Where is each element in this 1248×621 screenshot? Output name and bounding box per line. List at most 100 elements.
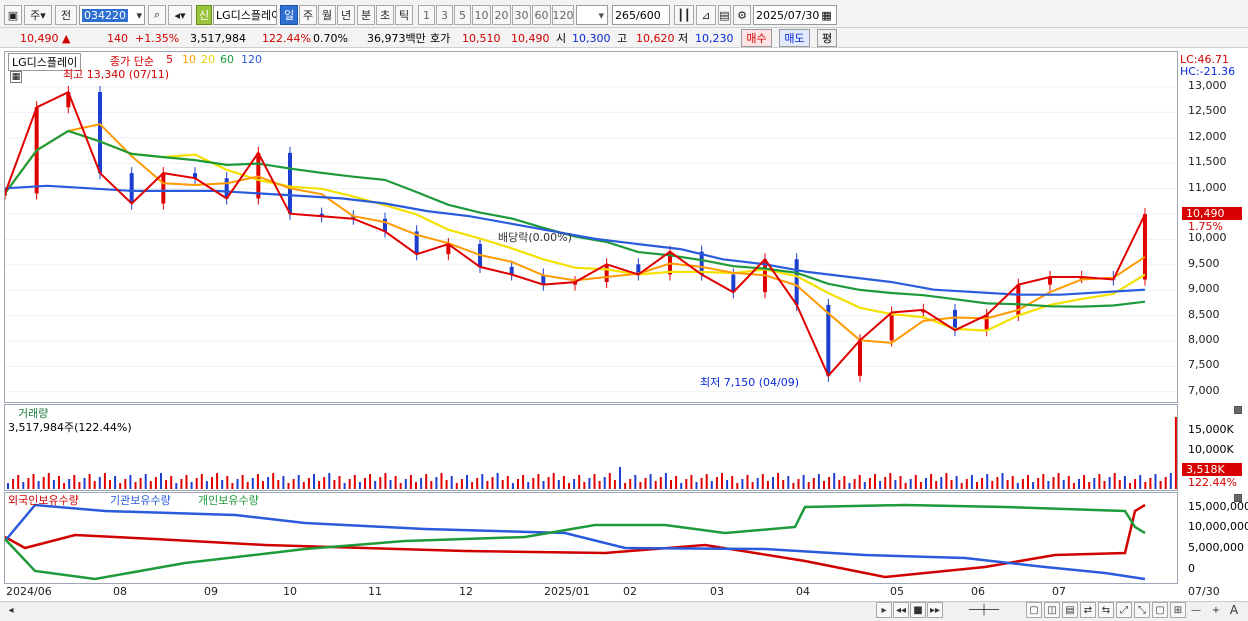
zoom-in-icon[interactable]: + [1208,602,1224,618]
volume-bar [1078,479,1080,489]
low-annotation: 최저 7,150 (04/09) [700,376,800,389]
volume-bar [863,482,866,489]
volume-bar [358,482,361,489]
volume-bar [501,480,504,489]
hold-tick-5m: 5,000,000 [1188,541,1244,554]
interval-10[interactable]: 10 [472,5,491,25]
tool-icon-6[interactable]: ⤢ [1116,602,1132,618]
period-day[interactable]: 일 [280,5,298,25]
hold-tick-10m: 10,000,000 [1188,520,1248,533]
period-week[interactable]: 주 [299,5,317,25]
price-panel[interactable] [4,51,1178,403]
volume-bar [98,477,101,489]
interval-120[interactable]: 120 [552,5,574,25]
price-change: 140 [107,31,128,45]
volume-bar [149,481,152,489]
tool-icon-4[interactable]: ⇄ [1080,602,1096,618]
volume-bar [481,474,484,489]
volume-bar [78,482,81,489]
volume-bar [542,481,545,489]
market-select-label: 주 [30,9,41,22]
auto-icon[interactable]: A [1226,602,1242,618]
interval-20[interactable]: 20 [492,5,511,25]
tool-icon-5[interactable]: ⇆ [1098,602,1114,618]
volume-bar [1016,483,1019,489]
volume-bar [1027,475,1029,489]
tool-icon-8[interactable]: ▢ [1152,602,1168,618]
volume-bar [313,474,315,489]
volume-bar [200,474,203,489]
scroll-bar[interactable] [0,601,1248,621]
zoom-slider[interactable]: ──┼── [948,602,1020,618]
interval-5[interactable]: 5 [454,5,471,25]
interval-1[interactable]: 1 [418,5,435,25]
volume-bar [226,476,229,489]
volume-bar [277,480,280,489]
holding-panel[interactable] [4,492,1178,584]
prev-button[interactable]: 전 [55,5,77,25]
volume-close-icon[interactable] [1234,406,1242,414]
flat-button[interactable]: 평 [817,29,837,47]
volume-bar [848,483,851,489]
interval-3[interactable]: 3 [436,5,453,25]
code-input[interactable]: 034220 ▾ [79,5,145,25]
volume-bar [619,467,621,489]
stop-icon[interactable]: ■ [910,602,926,618]
candle-type-icon[interactable]: ┃┃ [674,5,694,25]
period-minute[interactable]: 분 [357,5,375,25]
fast-forward-icon[interactable]: ▸▸ [927,602,943,618]
sound-icon[interactable]: ◂▾ [168,5,192,25]
stock-name-field[interactable]: LG디스플레이 [213,5,277,25]
settings-icon[interactable]: ⚙ [733,5,751,25]
compare-icon[interactable]: ⊿ [696,5,716,25]
volume-panel[interactable] [4,404,1178,491]
sell-button[interactable]: 매도 [779,29,810,47]
volume-bar [1134,479,1137,489]
date-field[interactable]: 2025/07/30 ▦ [753,5,837,25]
volume-bar [272,473,275,489]
period-second[interactable]: 초 [376,5,394,25]
tool-icon-7[interactable]: ⤡ [1134,602,1150,618]
change-badge: 1.75% [1188,220,1223,233]
volume-bar [833,473,836,489]
search-icon[interactable]: ⌕ [148,5,166,25]
interval-dropdown[interactable]: ▾ [576,5,608,25]
buy-button[interactable]: 매수 [741,29,772,47]
volume-bar [394,476,397,489]
volume-bar [914,475,917,489]
period-year[interactable]: 년 [337,5,355,25]
volume-bar [751,482,754,489]
x-label-2025-01: 2025/01 [544,585,590,598]
volume-bar [721,473,723,489]
interval-30[interactable]: 30 [512,5,531,25]
split-icon[interactable]: ▤ [718,5,731,25]
grid-icon[interactable]: ▦ [10,71,22,83]
window-icon[interactable]: ▣ [4,5,22,25]
period-tick[interactable]: 틱 [395,5,413,25]
volume-bar [1001,473,1004,489]
turnover-pct: 0.70% [313,31,348,45]
volume-bar [343,483,346,489]
zoom-out-icon[interactable]: — [1188,602,1204,618]
scroll-right-icon[interactable]: ▸ [876,602,892,618]
volume-bar [1042,474,1045,489]
period-month[interactable]: 월 [318,5,336,25]
volume-bar [221,480,224,489]
count-field[interactable]: 265/600 [612,5,670,25]
rewind-icon[interactable]: ◂◂ [893,602,909,618]
volume-bar [1052,477,1055,489]
volume-bar [680,483,683,489]
volume-bar [562,476,565,489]
price-tick: 12,500 [1188,104,1227,118]
market-select[interactable]: 주 ▾ [24,5,52,25]
volume-bar [879,481,882,489]
scroll-left-icon[interactable]: ◂ [3,602,19,618]
tool-icon-9[interactable]: ⊞ [1170,602,1186,618]
tool-icon-2[interactable]: ◫ [1044,602,1060,618]
high-annotation: 최고 13,340 (07/11) [63,68,170,81]
interval-60[interactable]: 60 [532,5,551,25]
tool-icon-1[interactable]: ▢ [1026,602,1042,618]
volume-bar [241,475,244,489]
tool-icon-3[interactable]: ▤ [1062,602,1078,618]
holding-close-icon[interactable] [1234,494,1242,502]
